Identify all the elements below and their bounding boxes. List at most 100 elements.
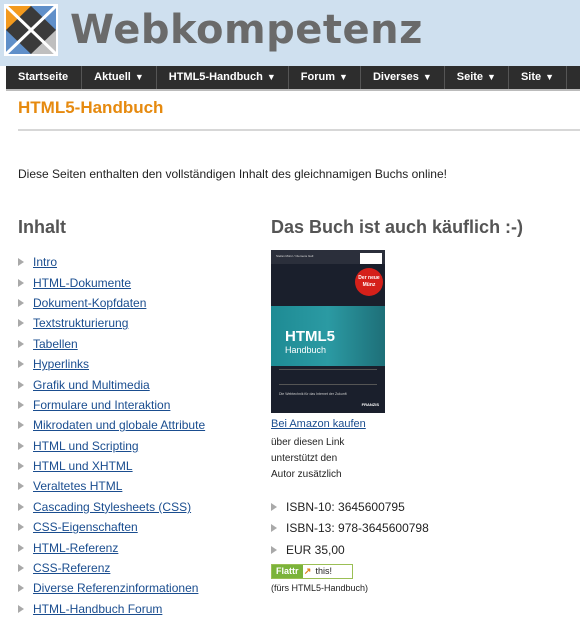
toc-link[interactable]: HTML-Referenz: [33, 541, 118, 555]
flattr-icon: ↗: [302, 565, 313, 578]
isbn13-text: ISBN-13: 978-3645600798: [286, 521, 429, 536]
bullet-icon: [18, 421, 24, 430]
bullet-icon: [18, 380, 24, 389]
toc-item: CSS-Referenz: [18, 558, 205, 578]
flattr-action: this!: [315, 566, 333, 576]
nav-item-forum[interactable]: Forum ▼: [289, 66, 361, 89]
book-heading: Das Buch ist auch käuflich :-): [271, 217, 524, 237]
toc-link[interactable]: HTML-Handbuch Forum: [33, 602, 162, 616]
main-nav: Startseite Aktuell ▼ HTML5-Handbuch ▼ Forum ▼ D…: [6, 66, 580, 89]
bullet-icon: [18, 543, 24, 552]
bullet-icon: [18, 400, 24, 409]
cover-badge: Der neue Münz: [355, 268, 383, 296]
bullet-icon: [18, 584, 24, 593]
dropdown-arrow-icon: ▼: [422, 72, 432, 82]
dropdown-arrow-icon: ▼: [134, 72, 144, 82]
toc-item: HTML-Referenz: [18, 537, 205, 557]
nav-item-label: HTML5-Handbuch: [168, 71, 263, 83]
nav-item-site[interactable]: Site ▼: [509, 66, 568, 89]
toc-item: HTML-Handbuch Forum: [18, 599, 205, 619]
dropdown-arrow-icon: ▼: [266, 72, 276, 82]
toc-link[interactable]: Veraltetes HTML: [33, 479, 122, 493]
toc-item: HTML und Scripting: [18, 436, 205, 456]
toc-link[interactable]: Formulare und Interaktion: [33, 398, 170, 412]
flattr-note: (fürs HTML5-Handbuch): [271, 583, 369, 593]
nav-item-startseite[interactable]: Startseite: [6, 66, 83, 89]
dropdown-arrow-icon: ▼: [487, 72, 496, 82]
site-title[interactable]: Webkompetenz: [70, 6, 423, 54]
nav-item-diverses[interactable]: Diverses ▼: [361, 66, 445, 89]
toc-item: Veraltetes HTML: [18, 476, 205, 496]
dropdown-arrow-icon: ▼: [545, 72, 555, 82]
bullet-icon: [18, 360, 24, 369]
cover-subtitle: Handbuch: [285, 345, 327, 355]
bullet-icon: [271, 524, 277, 533]
toc-item: Diverse Referenzinformationen: [18, 578, 205, 598]
toc-link[interactable]: CSS-Referenz: [33, 561, 110, 575]
nav-item-label: Startseite: [18, 71, 69, 83]
bullet-icon: [18, 278, 24, 287]
nav-item-label: Seite: [456, 71, 484, 83]
cover-title: HTML5: [285, 328, 335, 345]
toc-link[interactable]: Intro: [33, 255, 57, 269]
cover-publisher: FRANZIS: [361, 402, 379, 407]
toc-heading: Inhalt: [18, 217, 66, 237]
toc-link[interactable]: CSS-Eigenschaften: [33, 520, 138, 534]
toc-link[interactable]: Textstrukturierung: [33, 316, 128, 330]
toc-item: Cascading Stylesheets (CSS): [18, 497, 205, 517]
cover-tagline: Die Webtechnik für das Internet der Zuku…: [279, 392, 347, 396]
bullet-icon: [18, 441, 24, 450]
site-logo-icon[interactable]: [4, 4, 58, 56]
intro-text: Diese Seiten enthalten den vollständigen…: [18, 167, 447, 181]
toc-item: Hyperlinks: [18, 354, 205, 374]
amazon-note-line: unterstützt den: [271, 453, 338, 464]
isbn10-text: ISBN-10: 3645600795: [286, 499, 405, 514]
nav-item-label: Aktuell: [94, 71, 131, 83]
toc-item: CSS-Eigenschaften: [18, 517, 205, 537]
toc-link[interactable]: HTML und Scripting: [33, 439, 139, 453]
cover-lines: [279, 369, 377, 385]
site-header: Webkompetenz: [0, 0, 580, 66]
toc-link[interactable]: Mikrodaten und globale Attribute: [33, 418, 205, 432]
toc-link[interactable]: Diverse Referenzinformationen: [33, 581, 198, 595]
bullet-icon: [18, 339, 24, 348]
amazon-note-line: über diesen Link: [271, 437, 345, 448]
page-title: HTML5-Handbuch: [18, 98, 164, 117]
bullet-icon: [18, 502, 24, 511]
nav-divider: [6, 89, 580, 91]
book-cover-image[interactable]: Stefan Münz / Clemens Gull Der neue Münz…: [271, 250, 385, 413]
cover-authors: Stefan Münz / Clemens Gull: [276, 254, 314, 258]
nav-item-label: Diverses: [372, 71, 419, 83]
nav-item-aktuell[interactable]: Aktuell ▼: [82, 66, 157, 89]
flattr-button[interactable]: Flattr ↗ this!: [271, 564, 353, 579]
toc-item: Textstrukturierung: [18, 313, 205, 333]
nav-item-seite[interactable]: Seite ▼: [445, 66, 509, 89]
amazon-link[interactable]: Bei Amazon kaufen: [271, 418, 366, 430]
bullet-icon: [18, 482, 24, 491]
cover-publisher-logo: [360, 253, 382, 264]
amazon-note-line: Autor zusätzlich: [271, 469, 342, 480]
toc-link[interactable]: Cascading Stylesheets (CSS): [33, 500, 191, 514]
bullet-icon: [18, 462, 24, 471]
toc-link[interactable]: Grafik und Multimedia: [33, 378, 150, 392]
toc-link[interactable]: Hyperlinks: [33, 357, 89, 371]
toc-link[interactable]: HTML-Dokumente: [33, 276, 131, 290]
bullet-icon: [271, 545, 277, 554]
toc-item: Tabellen: [18, 334, 205, 354]
toc-list: Intro HTML-Dokumente Dokument-Kopfdaten Tex…: [18, 252, 205, 619]
toc-item: Formulare und Interaktion: [18, 395, 205, 415]
toc-link[interactable]: Dokument-Kopfdaten: [33, 296, 146, 310]
book-details-list: ISBN-10: 3645600795 ISBN-13: 978-3645600…: [271, 496, 429, 561]
toc-item: Mikrodaten und globale Attribute: [18, 415, 205, 435]
toc-link[interactable]: Tabellen: [33, 337, 78, 351]
toc-item: Intro: [18, 252, 205, 272]
bullet-icon: [18, 258, 24, 267]
toc-item: HTML und XHTML: [18, 456, 205, 476]
nav-item-html5-handbuch[interactable]: HTML5-Handbuch ▼: [157, 66, 289, 89]
dropdown-arrow-icon: ▼: [339, 72, 348, 82]
title-divider: [18, 129, 580, 131]
nav-item-label: Site: [520, 71, 542, 83]
toc-link[interactable]: HTML und XHTML: [33, 459, 133, 473]
isbn13-item: ISBN-13: 978-3645600798: [271, 518, 429, 540]
isbn10-item: ISBN-10: 3645600795: [271, 496, 429, 518]
